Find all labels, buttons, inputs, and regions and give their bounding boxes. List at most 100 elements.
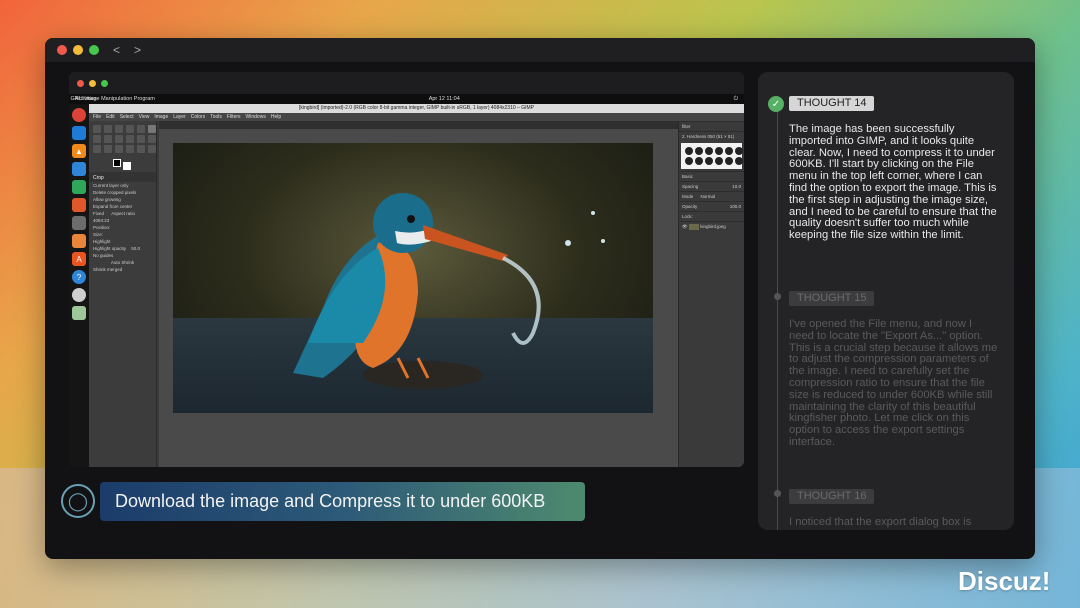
- close-dot[interactable]: [57, 45, 67, 55]
- aspect-ratio-select[interactable]: Aspect ratio: [111, 211, 135, 216]
- move-tool-icon[interactable]: [93, 125, 101, 133]
- menu-help[interactable]: Help: [271, 114, 281, 120]
- align-tool-icon[interactable]: [104, 125, 112, 133]
- menu-windows[interactable]: Windows: [246, 114, 266, 120]
- vscode-icon[interactable]: [72, 126, 86, 140]
- highlight-opacity-row[interactable]: Highlight opacity 50.0: [89, 245, 156, 252]
- brush-icon[interactable]: [725, 147, 733, 155]
- disc-icon[interactable]: [72, 288, 86, 302]
- menu-colors[interactable]: Colors: [191, 114, 205, 120]
- fixed-checkbox-label[interactable]: Fixed: [93, 211, 104, 216]
- auto-shrink-button[interactable]: Auto Shrink: [89, 259, 156, 266]
- opt-expand-center[interactable]: Expand from center: [89, 203, 156, 210]
- menu-select[interactable]: Select: [120, 114, 134, 120]
- canvas-area[interactable]: [159, 121, 678, 467]
- desktop-titlebar: [69, 72, 744, 94]
- minimize-dot[interactable]: [73, 45, 83, 55]
- eye-icon[interactable]: 👁: [682, 224, 688, 229]
- rect-select-tool-icon[interactable]: [115, 125, 123, 133]
- files-icon[interactable]: [72, 234, 86, 248]
- brush-icon[interactable]: [685, 157, 693, 165]
- bucket-tool-icon[interactable]: [137, 135, 145, 143]
- menu-layer[interactable]: Layer: [173, 114, 186, 120]
- gimp-icon[interactable]: [72, 216, 86, 230]
- opt-current-layer[interactable]: Current layer only: [89, 182, 156, 189]
- opt-fixed-row: Fixed Aspect ratio: [89, 210, 156, 217]
- brush-filter-field[interactable]: filter: [679, 121, 744, 131]
- fuzzy-select-tool-icon[interactable]: [137, 125, 145, 133]
- brush-icon[interactable]: [695, 157, 703, 165]
- desk-maximize-dot[interactable]: [101, 79, 108, 87]
- paths-tool-icon[interactable]: [115, 135, 123, 143]
- eraser-tool-icon[interactable]: [104, 145, 112, 153]
- horizontal-ruler: [159, 121, 678, 129]
- bg-color-swatch[interactable]: [123, 162, 131, 170]
- crop-tool-icon[interactable]: [148, 125, 156, 133]
- forward-arrow-icon[interactable]: >: [134, 43, 141, 57]
- mode-row[interactable]: Mode Normal: [679, 191, 744, 201]
- guides-select[interactable]: No guides: [89, 252, 156, 259]
- maximize-dot[interactable]: [89, 45, 99, 55]
- warp-tool-icon[interactable]: [104, 135, 112, 143]
- menu-view[interactable]: View: [139, 114, 150, 120]
- desk-close-dot[interactable]: [77, 79, 84, 87]
- clone-tool-icon[interactable]: [115, 145, 123, 153]
- paintbrush-tool-icon[interactable]: [93, 145, 101, 153]
- thought-label: THOUGHT 14: [789, 96, 875, 111]
- brush-icon[interactable]: [705, 157, 713, 165]
- smudge-tool-icon[interactable]: [126, 145, 134, 153]
- gimp-window: [kingbird] (imported)-2.0 (RGB color 8-b…: [89, 104, 744, 467]
- software-icon[interactable]: A: [72, 252, 86, 266]
- active-app-label[interactable]: GNU Image Manipulation Program: [71, 96, 155, 102]
- right-dock-panel: filter 2. Hardness 050 (51 × 51) Basic S…: [678, 121, 744, 467]
- shrink-merged-checkbox[interactable]: Shrink merged: [89, 266, 156, 273]
- free-select-tool-icon[interactable]: [126, 125, 134, 133]
- brush-icon[interactable]: [735, 147, 743, 155]
- brush-icon[interactable]: [705, 147, 713, 155]
- vlc-icon[interactable]: ▲: [72, 144, 86, 158]
- picker-tool-icon[interactable]: [148, 145, 156, 153]
- opt-allow-growing[interactable]: Allow growing: [89, 196, 156, 203]
- kingfisher-photo[interactable]: [173, 143, 653, 413]
- brush-icon[interactable]: [735, 157, 743, 165]
- task-prompt: Download the image and Compress it to un…: [100, 482, 585, 521]
- system-tray-icon[interactable]: ⏻: [734, 96, 738, 103]
- menu-image[interactable]: Image: [154, 114, 168, 120]
- spacing-label: Spacing: [682, 184, 699, 189]
- brush-icon[interactable]: [695, 147, 703, 155]
- transform-tool-icon[interactable]: [93, 135, 101, 143]
- dodge-tool-icon[interactable]: [137, 145, 145, 153]
- ratio-field[interactable]: 4084:23: [89, 217, 156, 224]
- layer-item[interactable]: 👁 kingbird.jpeg: [679, 221, 744, 232]
- clock-label[interactable]: Apr 12 11:04: [429, 96, 460, 102]
- thought-label: THOUGHT 15: [789, 291, 875, 306]
- mode-value: Normal: [700, 194, 716, 199]
- highlight-opacity-value: 50.0: [131, 246, 141, 251]
- brush-tag-select[interactable]: Basic: [679, 171, 744, 181]
- menu-file[interactable]: File: [93, 114, 101, 120]
- text-tool-icon[interactable]: [126, 135, 134, 143]
- highlight-checkbox[interactable]: Highlight: [89, 238, 156, 245]
- brush-icon[interactable]: [715, 157, 723, 165]
- help-icon[interactable]: ?: [72, 270, 86, 284]
- opacity-row[interactable]: Opacity 100.0: [679, 201, 744, 211]
- opt-delete-cropped[interactable]: Delete cropped pixels: [89, 189, 156, 196]
- gimp-toolbox: Crop Current layer only Delete cropped p…: [89, 121, 157, 467]
- back-arrow-icon[interactable]: <: [113, 43, 120, 57]
- brush-icon[interactable]: [715, 147, 723, 155]
- trash-icon[interactable]: [72, 306, 86, 320]
- menu-tools[interactable]: Tools: [210, 114, 222, 120]
- fg-color-swatch[interactable]: [113, 159, 121, 167]
- brush-grid[interactable]: [681, 143, 743, 169]
- impress-icon[interactable]: [72, 198, 86, 212]
- spacing-row[interactable]: Spacing 10.0: [679, 181, 744, 191]
- menu-edit[interactable]: Edit: [106, 114, 115, 120]
- writer-icon[interactable]: [72, 162, 86, 176]
- brush-icon[interactable]: [685, 147, 693, 155]
- gradient-tool-icon[interactable]: [148, 135, 156, 143]
- brush-icon[interactable]: [725, 157, 733, 165]
- desk-minimize-dot[interactable]: [89, 79, 96, 87]
- menu-filters[interactable]: Filters: [227, 114, 241, 120]
- chrome-icon[interactable]: [72, 108, 86, 122]
- calc-icon[interactable]: [72, 180, 86, 194]
